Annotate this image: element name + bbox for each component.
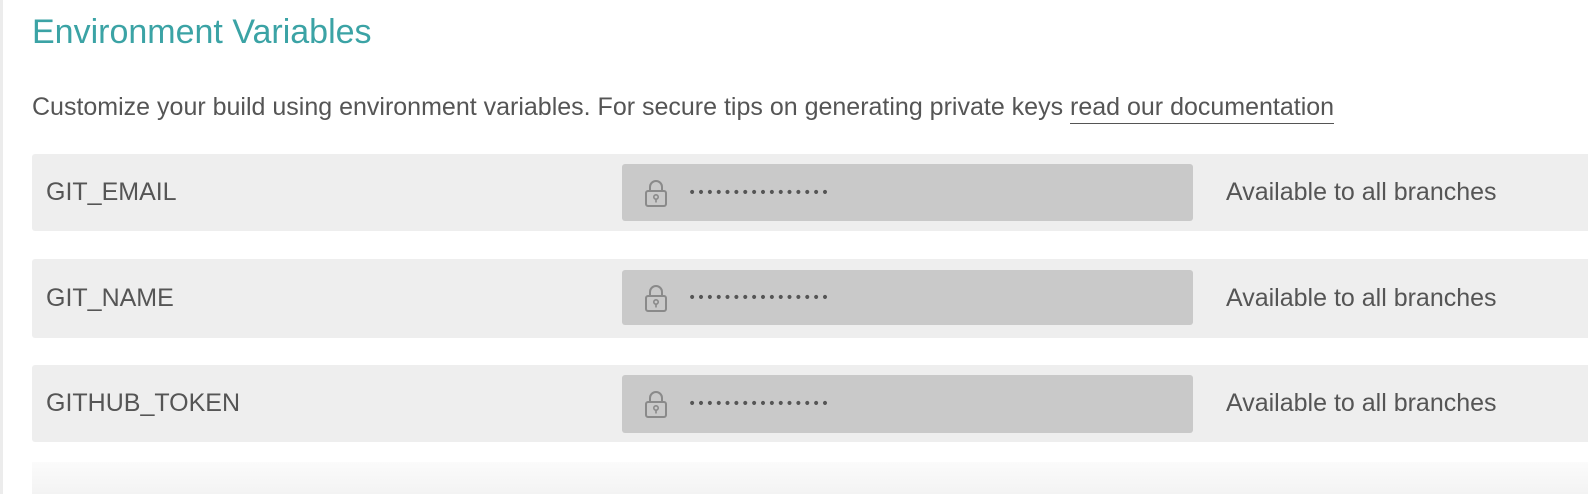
lock-icon	[645, 284, 667, 312]
section-title: Environment Variables	[32, 13, 372, 51]
env-var-value-field[interactable]: ••••••••••••••••	[622, 164, 1193, 221]
env-var-row-git-name: GIT_NAME •••••••••••••••• Available to a…	[32, 259, 1588, 338]
env-var-scope: Available to all branches	[1226, 389, 1497, 417]
env-var-name: GIT_EMAIL	[46, 178, 177, 206]
env-var-row-github-token: GITHUB_TOKEN •••••••••••••••• Available …	[32, 365, 1588, 442]
section-description: Customize your build using environment v…	[32, 90, 1335, 124]
env-var-value-field[interactable]: ••••••••••••••••	[622, 375, 1193, 433]
documentation-link[interactable]: read our documentation	[1070, 93, 1335, 124]
masked-value: ••••••••••••••••	[688, 289, 830, 306]
lock-icon	[645, 179, 667, 207]
env-var-name: GIT_NAME	[46, 284, 174, 312]
env-var-value-field[interactable]: ••••••••••••••••	[622, 270, 1193, 325]
env-var-scope: Available to all branches	[1226, 284, 1497, 312]
env-var-row-git-email: GIT_EMAIL •••••••••••••••• Available to …	[32, 154, 1588, 231]
description-text: Customize your build using environment v…	[32, 93, 1071, 121]
environment-variables-page: Environment Variables Customize your bui…	[0, 0, 1588, 494]
env-var-scope: Available to all branches	[1226, 178, 1497, 206]
bottom-shadow	[32, 462, 1588, 494]
env-var-name: GITHUB_TOKEN	[46, 389, 241, 417]
masked-value: ••••••••••••••••	[688, 396, 830, 412]
left-divider	[0, 0, 3, 494]
masked-value: ••••••••••••••••	[688, 184, 830, 201]
lock-icon	[645, 391, 667, 418]
